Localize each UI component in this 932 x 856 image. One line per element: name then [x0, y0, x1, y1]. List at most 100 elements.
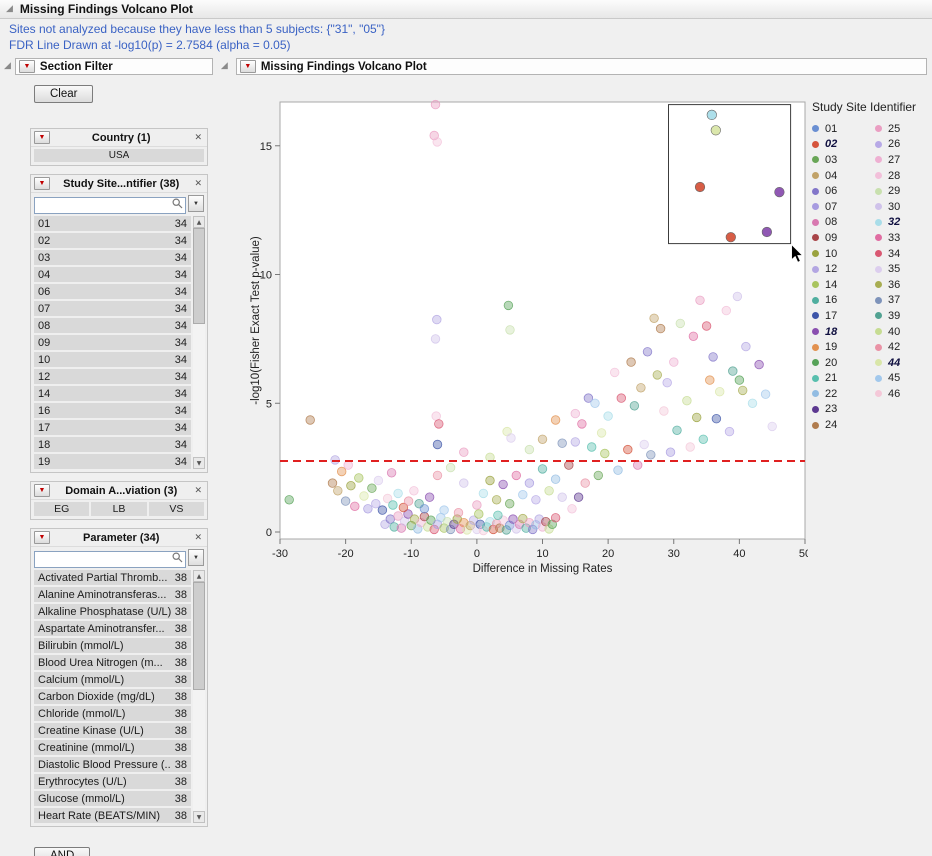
scatter-point[interactable] [709, 353, 718, 362]
filter-level-domain[interactable]: LB [91, 502, 146, 516]
filter-level-site[interactable]: 0934 [34, 335, 191, 350]
legend-item[interactable]: 07 [812, 199, 867, 215]
disclosure-triangle-icon[interactable]: ◢ [4, 5, 15, 14]
red-triangle-menu-icon[interactable]: ▼ [19, 60, 35, 73]
filter-level-site[interactable]: 0634 [34, 284, 191, 299]
legend-item[interactable]: 32 [875, 215, 930, 231]
red-triangle-menu-icon[interactable]: ▼ [34, 177, 50, 190]
filter-level-country[interactable]: USA [34, 149, 204, 162]
scatter-point[interactable] [630, 402, 639, 411]
scatter-point[interactable] [722, 306, 731, 315]
scatter-point[interactable] [761, 390, 770, 399]
legend-item[interactable]: 14 [812, 277, 867, 293]
scatter-point[interactable] [475, 510, 484, 519]
scatter-point[interactable] [565, 461, 574, 470]
scatter-point[interactable] [614, 466, 623, 475]
scatter-point[interactable] [479, 489, 488, 498]
scatter-point[interactable] [647, 451, 656, 460]
legend-item[interactable]: 45 [875, 371, 930, 387]
filter-level-parameter[interactable]: Creatine Kinase (U/L)38 [34, 723, 191, 738]
site-search-input[interactable] [34, 197, 186, 214]
scatter-point[interactable] [706, 376, 715, 385]
legend-item[interactable]: 23 [812, 402, 867, 418]
filter-level-site[interactable]: 1834 [34, 437, 191, 452]
filter-level-parameter[interactable]: Blood Urea Nitrogen (m...38 [34, 655, 191, 670]
scrollbar-thumb[interactable] [193, 582, 205, 690]
filter-level-site[interactable]: 0434 [34, 267, 191, 282]
scatter-point[interactable] [725, 427, 734, 436]
scrollbar[interactable]: ▲ ▼ [193, 570, 205, 823]
scatter-point[interactable] [581, 479, 590, 488]
scatter-point[interactable] [432, 412, 441, 421]
scatter-point[interactable] [729, 367, 738, 376]
scroll-down-button[interactable]: ▼ [193, 811, 205, 823]
disclosure-triangle-icon[interactable]: ◢ [2, 62, 13, 71]
filter-level-parameter[interactable]: Bilirubin (mmol/L)38 [34, 638, 191, 653]
scatter-point[interactable] [433, 440, 442, 449]
clear-button[interactable]: Clear [34, 85, 93, 103]
scatter-point[interactable] [374, 476, 383, 485]
scatter-point[interactable] [504, 301, 513, 310]
scatter-point[interactable] [404, 497, 413, 506]
scatter-point[interactable] [431, 335, 440, 344]
scatter-point[interactable] [328, 479, 337, 488]
legend-item[interactable]: 06 [812, 183, 867, 199]
legend-item[interactable]: 18 [812, 324, 867, 340]
legend-item[interactable]: 12 [812, 261, 867, 277]
scatter-point-selected[interactable] [707, 110, 717, 120]
scatter-point[interactable] [733, 292, 742, 301]
scatter-point[interactable] [742, 342, 751, 351]
scatter-point[interactable] [660, 407, 669, 416]
scatter-point-selected[interactable] [726, 232, 736, 242]
scatter-point[interactable] [435, 420, 444, 429]
scatter-point[interactable] [519, 490, 528, 499]
scatter-point[interactable] [460, 479, 469, 488]
scatter-point[interactable] [525, 445, 534, 454]
legend-item[interactable]: 35 [875, 261, 930, 277]
scatter-point[interactable] [551, 475, 560, 484]
scatter-point[interactable] [597, 429, 606, 438]
legend-item[interactable]: 10 [812, 246, 867, 262]
scrollbar-track[interactable] [193, 228, 205, 457]
scatter-point[interactable] [505, 499, 514, 508]
legend-item[interactable]: 28 [875, 168, 930, 184]
filter-level-parameter[interactable]: Alkaline Phosphatase (U/L)38 [34, 604, 191, 619]
scatter-point[interactable] [633, 461, 642, 470]
legend-item[interactable]: 40 [875, 324, 930, 340]
parameter-search-dropdown-button[interactable]: ▼ [188, 549, 204, 566]
scatter-point-selected[interactable] [775, 187, 785, 197]
filter-level-parameter[interactable]: Glucose (mmol/L)38 [34, 791, 191, 806]
scatter-point[interactable] [768, 422, 777, 431]
parameter-search-input[interactable] [34, 551, 186, 568]
legend-item[interactable]: 29 [875, 183, 930, 199]
scatter-point[interactable] [594, 471, 603, 480]
scatter-point[interactable] [306, 416, 315, 425]
filter-level-site[interactable]: 1434 [34, 386, 191, 401]
scatter-point[interactable] [656, 324, 665, 333]
filter-level-site[interactable]: 0234 [34, 233, 191, 248]
scatter-point[interactable] [650, 314, 659, 323]
legend-item[interactable]: 39 [875, 308, 930, 324]
scatter-point[interactable] [337, 467, 346, 476]
close-icon[interactable]: ✕ [192, 532, 204, 543]
scatter-point[interactable] [702, 322, 711, 331]
scatter-point[interactable] [344, 461, 353, 470]
scatter-point[interactable] [558, 493, 567, 502]
scatter-point[interactable] [538, 435, 547, 444]
scatter-point[interactable] [568, 505, 577, 514]
legend-item[interactable]: 19 [812, 339, 867, 355]
scatter-point[interactable] [610, 368, 619, 377]
red-triangle-menu-icon[interactable]: ▼ [34, 131, 50, 144]
scatter-point[interactable] [670, 358, 679, 367]
legend-item[interactable]: 22 [812, 386, 867, 402]
filter-level-domain[interactable]: EG [34, 502, 89, 516]
scatter-point[interactable] [571, 409, 580, 418]
legend-item[interactable]: 44 [875, 355, 930, 371]
scatter-point[interactable] [587, 443, 596, 452]
scatter-point[interactable] [712, 414, 721, 423]
legend-item[interactable]: 21 [812, 371, 867, 387]
red-triangle-menu-icon[interactable]: ▼ [34, 531, 50, 544]
scatter-point[interactable] [578, 420, 587, 429]
legend-item[interactable]: 30 [875, 199, 930, 215]
filter-level-site[interactable]: 1634 [34, 403, 191, 418]
